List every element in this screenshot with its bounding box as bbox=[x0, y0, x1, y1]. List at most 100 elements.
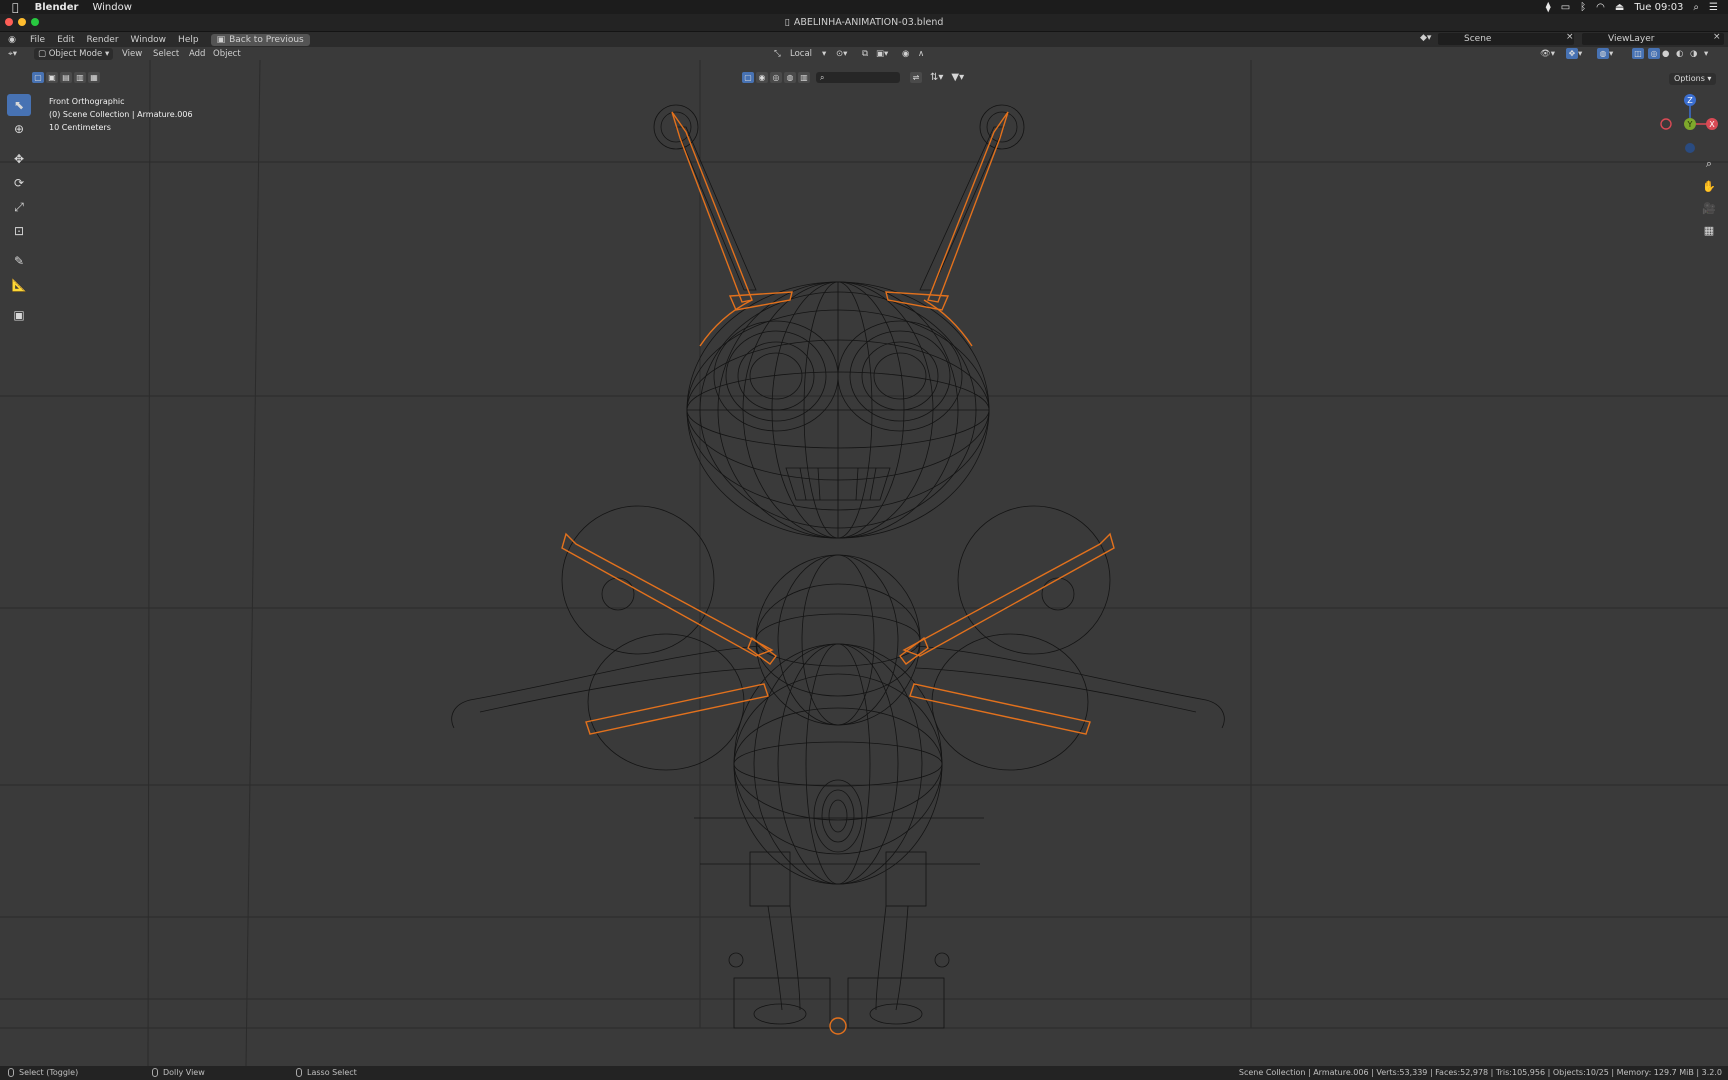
minimize-window-button[interactable] bbox=[18, 18, 26, 26]
menu-add[interactable]: Add bbox=[189, 48, 205, 60]
close-window-button[interactable] bbox=[5, 18, 13, 26]
gizmo-neg-x-axis[interactable] bbox=[1660, 118, 1672, 130]
select-box-tool[interactable]: ⬉ bbox=[7, 94, 31, 116]
spotlight-icon[interactable]: ⌕ bbox=[1693, 2, 1699, 13]
scale-tool[interactable]: ⤢ bbox=[7, 196, 31, 218]
proportional-edit-icon[interactable]: ◉ bbox=[902, 48, 909, 60]
viewport-header: ⌖▾ ▢ Object Mode ▾ View Select Add Objec… bbox=[0, 48, 1728, 60]
3d-cursor-tool[interactable]: ⊕ bbox=[7, 118, 31, 140]
navigation-gizmo[interactable]: Z X Y bbox=[1654, 92, 1728, 154]
back-to-previous-label: Back to Previous bbox=[229, 34, 304, 45]
status-left-action: Select (Toggle) bbox=[19, 1068, 79, 1077]
status-middle-action: Dolly View bbox=[163, 1068, 205, 1077]
gizmo-y-label: Y bbox=[1687, 120, 1693, 129]
transform-orientation-icon: ⤡ bbox=[774, 49, 781, 59]
menu-file[interactable]: File bbox=[30, 35, 45, 45]
bee-wireframe bbox=[451, 104, 1225, 1029]
screen-icon: ▣ bbox=[216, 34, 226, 45]
status-right-action: Lasso Select bbox=[307, 1068, 357, 1077]
status-left-click: Select (Toggle) bbox=[8, 1068, 78, 1077]
crosshair-icon: ⊕ bbox=[13, 122, 25, 136]
display-icon[interactable]: ▭ bbox=[1561, 2, 1570, 13]
annotate-tool[interactable]: ✎ bbox=[7, 250, 31, 272]
transform-tool[interactable]: ⊡ bbox=[7, 220, 31, 242]
wireframe-shading-icon[interactable]: ◎ bbox=[1648, 48, 1660, 60]
menu-render[interactable]: Render bbox=[87, 35, 119, 45]
window-titlebar: ▯ ABELINHA-ANIMATION-03.blend bbox=[0, 14, 1728, 32]
menu-edit[interactable]: Edit bbox=[57, 35, 74, 45]
status-right-click: Lasso Select bbox=[296, 1068, 357, 1077]
eject-icon[interactable]: ⏏ bbox=[1615, 2, 1624, 13]
menubar-window[interactable]: Window bbox=[92, 2, 131, 13]
wifi-icon[interactable]: ◠ bbox=[1596, 2, 1605, 13]
window-title: ABELINHA-ANIMATION-03.blend bbox=[793, 17, 944, 28]
tool-shelf: ⬉ ⊕ ✥ ⟳ ⤢ ⊡ ✎ 📐 ▣ bbox=[5, 94, 33, 326]
pivot-icon[interactable]: ⊙▾ bbox=[836, 48, 847, 60]
mode-selector[interactable]: ▢ Object Mode ▾ bbox=[34, 48, 114, 60]
move-arrows-icon: ✥ bbox=[13, 152, 25, 166]
visibility-icon[interactable]: 👁▾ bbox=[1540, 48, 1555, 60]
zoom-view-icon[interactable]: ⌕ bbox=[1700, 155, 1718, 173]
apple-icon[interactable]:  bbox=[12, 1, 19, 14]
blender-logo-icon[interactable]: ◉ bbox=[6, 35, 18, 45]
rotate-tool[interactable]: ⟳ bbox=[7, 172, 31, 194]
scene-statistics: Scene Collection | Armature.006 | Verts:… bbox=[1238, 1068, 1722, 1077]
ruler-icon: 📐 bbox=[11, 278, 27, 292]
scene-browse-icon[interactable]: ◆▾ bbox=[1420, 33, 1431, 43]
scene-selector[interactable]: Scene bbox=[1438, 33, 1574, 45]
menubar-clock[interactable]: Tue 09:03 bbox=[1634, 2, 1683, 13]
menubar-status-area: ⧫ ▭ ᛒ ◠ ⏏ Tue 09:03 ⌕ ☰ bbox=[1546, 0, 1718, 14]
menu-window[interactable]: Window bbox=[131, 35, 167, 45]
dropbox-icon[interactable]: ⧫ bbox=[1546, 2, 1551, 13]
menu-select[interactable]: Select bbox=[153, 48, 179, 60]
solid-shading-icon[interactable]: ● bbox=[1662, 48, 1669, 60]
cursor-arrow-icon: ⬉ bbox=[13, 98, 25, 112]
mac-menubar:  Blender Window ⧫ ▭ ᛒ ◠ ⏏ Tue 09:03 ⌕ ☰ bbox=[0, 0, 1728, 14]
viewlayer-selector[interactable]: ViewLayer bbox=[1582, 33, 1724, 45]
view-name: Front Orthographic bbox=[49, 97, 125, 106]
armature-bones bbox=[561, 111, 1115, 1035]
move-tool[interactable]: ✥ bbox=[7, 148, 31, 170]
active-collection: (0) Scene Collection | Armature.006 bbox=[49, 110, 193, 119]
add-cube-tool[interactable]: ▣ bbox=[7, 304, 31, 326]
snap-icon[interactable]: ⧉ bbox=[862, 48, 868, 60]
pencil-icon: ✎ bbox=[13, 254, 25, 268]
pan-view-icon[interactable]: ✋ bbox=[1700, 177, 1718, 195]
camera-view-icon[interactable]: 🎥 bbox=[1700, 199, 1718, 217]
gizmo-toggle-icon[interactable]: ✥ ▾ bbox=[1566, 48, 1582, 60]
mouse-middle-icon bbox=[152, 1068, 158, 1077]
scale-icon: ⤢ bbox=[14, 199, 24, 214]
falloff-icon[interactable]: ∧ bbox=[918, 48, 924, 60]
ortho-toggle-icon[interactable]: ▦ bbox=[1700, 221, 1718, 239]
editor-type-icon[interactable]: ⌖▾ bbox=[8, 48, 17, 60]
grid-scale: 10 Centimeters bbox=[49, 123, 111, 132]
mode-label: Object Mode bbox=[48, 49, 103, 59]
status-middle-click: Dolly View bbox=[152, 1068, 205, 1077]
xray-toggle-icon[interactable]: ◫ bbox=[1632, 48, 1644, 60]
menu-help[interactable]: Help bbox=[178, 35, 199, 45]
bluetooth-icon[interactable]: ᛒ bbox=[1580, 2, 1586, 13]
orientation-selector[interactable]: Local bbox=[790, 48, 812, 60]
menu-object[interactable]: Object bbox=[213, 48, 241, 60]
material-shading-icon[interactable]: ◐ bbox=[1676, 48, 1683, 60]
rendered-shading-icon[interactable]: ◑ bbox=[1690, 48, 1697, 60]
snap-target-icon[interactable]: ▣▾ bbox=[876, 48, 888, 60]
gizmo-z-label: Z bbox=[1687, 96, 1693, 105]
control-center-icon[interactable]: ☰ bbox=[1709, 2, 1718, 13]
blender-top-menu: ◉ File Edit Render Window Help ▣ Back to… bbox=[0, 32, 1728, 47]
orientation-dropdown-icon[interactable]: ▾ bbox=[822, 48, 826, 60]
gizmo-neg-z-axis[interactable] bbox=[1685, 143, 1695, 153]
status-bar: Select (Toggle) Dolly View Lasso Select … bbox=[0, 1066, 1728, 1080]
scene-close-icon[interactable]: × bbox=[1566, 32, 1574, 42]
back-to-previous-button[interactable]: ▣ Back to Previous bbox=[210, 33, 310, 46]
menubar-app-name[interactable]: Blender bbox=[35, 2, 79, 13]
3d-viewport[interactable] bbox=[0, 60, 1728, 1066]
overlay-toggle-icon[interactable]: ◍ ▾ bbox=[1597, 48, 1613, 60]
rotate-icon: ⟳ bbox=[13, 176, 25, 190]
zoom-window-button[interactable] bbox=[31, 18, 39, 26]
shading-options-icon[interactable]: ▾ bbox=[1704, 48, 1708, 60]
measure-tool[interactable]: 📐 bbox=[7, 274, 31, 296]
transform-icon: ⊡ bbox=[13, 224, 25, 238]
viewlayer-close-icon[interactable]: × bbox=[1713, 32, 1721, 42]
menu-view[interactable]: View bbox=[122, 48, 142, 60]
